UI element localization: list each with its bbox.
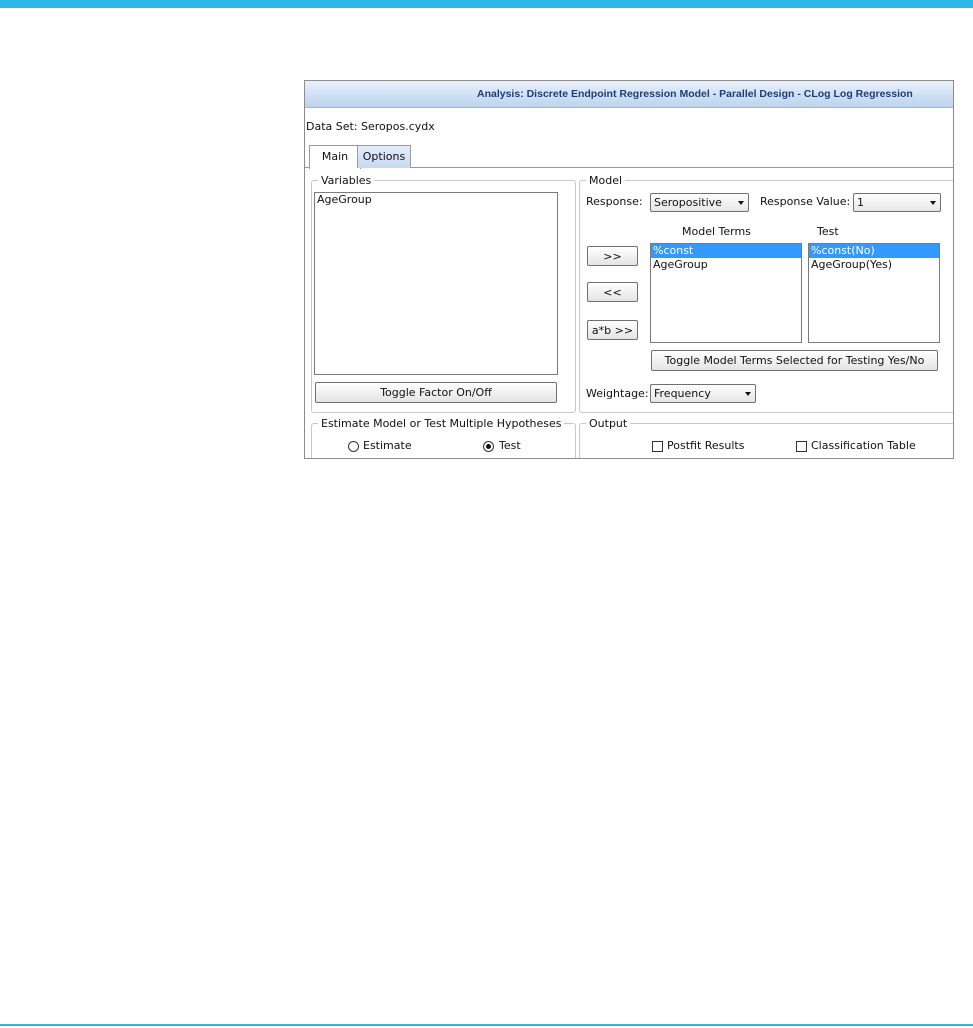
top-accent-bar bbox=[0, 0, 973, 8]
estimate-group: Estimate Model or Test Multiple Hypothes… bbox=[311, 417, 576, 458]
list-item[interactable]: %const bbox=[651, 244, 801, 258]
tab-options[interactable]: Options bbox=[357, 145, 411, 168]
weightage-label: Weightage: bbox=[586, 387, 649, 400]
test-terms-list[interactable]: %const(No) AgeGroup(Yes) bbox=[808, 243, 940, 343]
classification-table-checkbox[interactable] bbox=[796, 441, 807, 452]
dialog-title-bar[interactable]: Analysis: Discrete Endpoint Regression M… bbox=[305, 81, 953, 108]
classification-table-label[interactable]: Classification Table bbox=[811, 439, 916, 452]
list-item[interactable]: AgeGroup bbox=[651, 258, 801, 272]
test-header: Test bbox=[817, 225, 839, 238]
variables-list[interactable]: AgeGroup bbox=[314, 192, 558, 375]
output-legend: Output bbox=[589, 417, 628, 430]
toggle-factor-button[interactable]: Toggle Factor On/Off bbox=[315, 382, 557, 403]
response-value-label: Response Value: bbox=[760, 195, 851, 208]
chevron-down-icon bbox=[930, 201, 936, 205]
weightage-dropdown[interactable]: Frequency bbox=[650, 384, 756, 403]
response-dropdown-value: Seropositive bbox=[654, 196, 722, 209]
response-value-dropdown-value: 1 bbox=[857, 196, 864, 209]
model-terms-header: Model Terms bbox=[682, 225, 751, 238]
chevron-down-icon bbox=[745, 392, 751, 396]
remove-term-button[interactable]: << bbox=[587, 282, 638, 302]
list-item[interactable]: %const(No) bbox=[809, 244, 939, 258]
test-radio[interactable] bbox=[483, 441, 494, 452]
estimate-legend: Estimate Model or Test Multiple Hypothes… bbox=[321, 417, 562, 430]
add-term-button[interactable]: >> bbox=[587, 246, 638, 266]
analysis-dialog: Analysis: Discrete Endpoint Regression M… bbox=[304, 80, 954, 459]
postfit-results-checkbox[interactable] bbox=[652, 441, 663, 452]
variables-legend: Variables bbox=[321, 174, 372, 187]
estimate-radio-label[interactable]: Estimate bbox=[363, 439, 412, 452]
interaction-term-button[interactable]: a*b >> bbox=[587, 320, 638, 340]
list-item[interactable]: AgeGroup(Yes) bbox=[809, 258, 939, 272]
response-value-dropdown[interactable]: 1 bbox=[853, 193, 941, 212]
model-terms-list[interactable]: %const AgeGroup bbox=[650, 243, 802, 343]
postfit-results-label[interactable]: Postfit Results bbox=[667, 439, 744, 452]
radio-selected-dot bbox=[486, 444, 491, 449]
bottom-accent-line bbox=[0, 1024, 973, 1026]
response-label: Response: bbox=[586, 195, 643, 208]
list-item[interactable]: AgeGroup bbox=[315, 193, 557, 207]
toggle-test-terms-button[interactable]: Toggle Model Terms Selected for Testing … bbox=[651, 350, 938, 371]
weightage-dropdown-value: Frequency bbox=[654, 387, 711, 400]
dataset-label: Data Set: Seropos.cydx bbox=[306, 120, 435, 133]
estimate-radio[interactable] bbox=[348, 441, 359, 452]
tab-main[interactable]: Main bbox=[309, 145, 361, 169]
output-group: Output bbox=[579, 417, 953, 458]
chevron-down-icon bbox=[738, 201, 744, 205]
test-radio-label[interactable]: Test bbox=[499, 439, 521, 452]
dialog-title: Analysis: Discrete Endpoint Regression M… bbox=[477, 88, 913, 100]
model-legend: Model bbox=[589, 174, 623, 187]
response-dropdown[interactable]: Seropositive bbox=[650, 193, 749, 212]
